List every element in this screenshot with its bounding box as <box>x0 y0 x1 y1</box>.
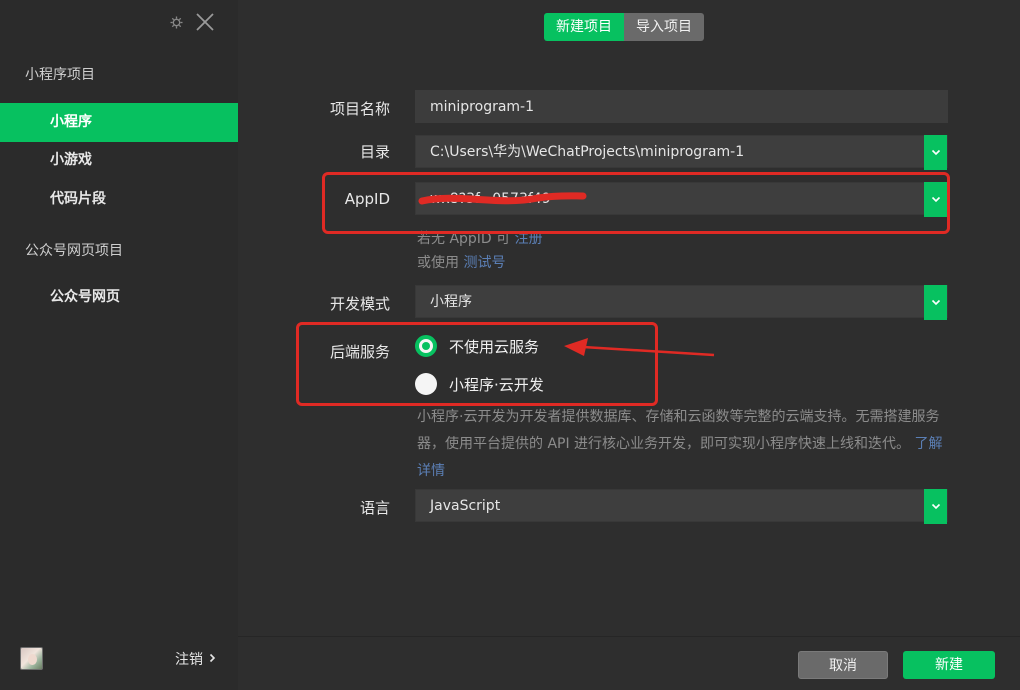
cloud-description: 小程序·云开发为开发者提供数据库、存储和云函数等完整的云端支持。无需搭建服务器，… <box>417 404 952 485</box>
directory-label: 目录 <box>359 143 390 161</box>
dev-mode-label: 开发模式 <box>329 295 390 313</box>
project-name-label: 项目名称 <box>329 100 390 118</box>
project-type-switch: 新建项目 导入项目 <box>544 13 704 41</box>
project-name-input[interactable]: miniprogram-1 <box>415 90 948 123</box>
logout-button[interactable]: 注销 <box>175 649 216 669</box>
group-title-miniprogram: 小程序项目 <box>25 67 95 83</box>
group-title-official-account: 公众号网页项目 <box>25 243 123 259</box>
close-icon[interactable] <box>195 12 215 32</box>
chevron-down-icon <box>931 149 940 156</box>
appid-highlight-box <box>322 172 950 234</box>
sidebar: 小程序项目 小程序 小游戏 代码片段 公众号网页项目 公众号网页 注销 <box>0 0 238 690</box>
avatar[interactable] <box>20 647 43 670</box>
chevron-down-icon <box>931 299 940 306</box>
tab-import-project[interactable]: 导入项目 <box>624 13 704 41</box>
sidebar-item-miniprogram[interactable]: 小程序 <box>0 103 238 142</box>
sidebar-item-minigame[interactable]: 小游戏 <box>0 141 238 180</box>
cloud-description-text: 小程序·云开发为开发者提供数据库、存储和云函数等完整的云端支持。无需搭建服务器，… <box>417 409 940 452</box>
footer-bar: 取消 新建 <box>238 636 1020 690</box>
sidebar-footer: 注销 <box>0 634 238 690</box>
language-label: 语言 <box>359 499 390 517</box>
sidebar-item-official-webpage[interactable]: 公众号网页 <box>0 278 238 317</box>
dev-mode-field[interactable]: 小程序 <box>415 285 948 320</box>
main-panel: 新建项目 导入项目 项目名称 miniprogram-1 目录 C:\Users… <box>238 0 1020 690</box>
cancel-button[interactable]: 取消 <box>798 651 888 679</box>
chevron-down-icon <box>931 503 940 510</box>
settings-icon[interactable] <box>170 16 183 29</box>
directory-field[interactable]: C:\Users\华为\WeChatProjects\miniprogram-1 <box>415 135 948 170</box>
directory-dropdown-button[interactable] <box>924 135 947 170</box>
logout-label: 注销 <box>175 652 203 668</box>
language-value: JavaScript <box>430 498 501 514</box>
sidebar-item-code-snippet[interactable]: 代码片段 <box>0 180 238 219</box>
window-controls <box>170 10 215 34</box>
tab-new-project[interactable]: 新建项目 <box>544 13 624 41</box>
dev-mode-dropdown-button[interactable] <box>924 285 947 320</box>
create-button[interactable]: 新建 <box>903 651 995 679</box>
chevron-right-icon <box>209 651 216 667</box>
language-field[interactable]: JavaScript <box>415 489 948 524</box>
test-account-hint-text: 或使用 <box>417 255 459 271</box>
language-dropdown-button[interactable] <box>924 489 947 524</box>
directory-value: C:\Users\华为\WeChatProjects\miniprogram-1 <box>430 144 745 160</box>
test-account-link[interactable]: 测试号 <box>463 255 505 271</box>
backend-highlight-box <box>296 322 658 406</box>
test-account-hint: 或使用 测试号 <box>417 252 505 272</box>
dev-mode-value: 小程序 <box>430 294 472 310</box>
